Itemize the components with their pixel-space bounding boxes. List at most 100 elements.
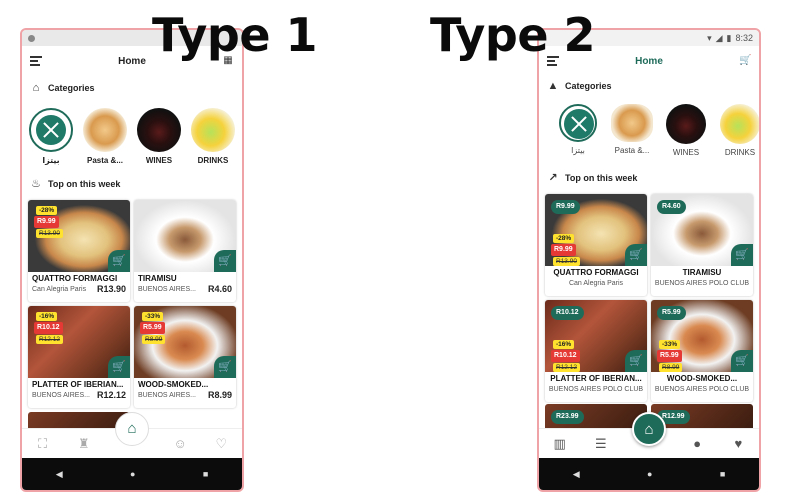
product-name: QUATTRO FORMAGGI — [32, 274, 118, 283]
product-name: PLATTER OF IBERIAN... — [32, 380, 124, 389]
heart-icon[interactable]: ♥ — [730, 436, 746, 452]
home-fab-icon[interactable]: ⌂ — [632, 412, 666, 446]
product-card[interactable]: R9.99 -28% R9.99 R13.90 🛒 QUATTRO FORMAG… — [545, 194, 647, 296]
restaurant-name: BUENOS AIRES... — [138, 392, 196, 399]
heart-icon[interactable]: ♡ — [213, 436, 229, 452]
map-icon[interactable]: ⛶ — [35, 436, 51, 452]
category-item[interactable]: Pasta &... — [82, 108, 128, 165]
drink-image — [191, 108, 235, 152]
add-to-cart-icon[interactable]: 🛒 — [214, 356, 236, 378]
discount-badge: -33% — [659, 340, 681, 349]
map-icon[interactable]: ▥ — [552, 436, 568, 452]
category-label: بيتزا — [42, 156, 60, 165]
status-time: 8:32 — [735, 33, 753, 43]
add-to-cart-icon[interactable]: 🛒 — [625, 350, 647, 372]
category-label: Pasta &... — [614, 146, 650, 155]
flame-icon: ♨ — [31, 178, 41, 190]
product-card[interactable]: -33% R5.99 R8.99 🛒 WOOD-SMOKED... BUENOS… — [134, 306, 236, 408]
product-name: TIRAMISU — [138, 274, 177, 283]
add-to-cart-icon[interactable]: 🛒 — [108, 356, 130, 378]
profile-icon[interactable]: ☺ — [172, 436, 188, 452]
home-icon[interactable]: ● — [647, 469, 652, 479]
restaurant-name: BUENOS AIRES POLO CLUB — [654, 386, 750, 393]
list-icon[interactable]: ☰ — [593, 436, 609, 452]
system-nav: ◀ ● ■ — [22, 458, 242, 490]
categories-row: بيتزا Pasta &... WINES DRINKS — [545, 104, 759, 157]
add-to-cart-icon[interactable]: 🛒 — [731, 244, 753, 266]
recents-icon[interactable]: ■ — [203, 469, 208, 479]
battery-icon: ▮ — [726, 32, 732, 43]
add-to-cart-icon[interactable]: 🛒 — [108, 250, 130, 272]
menu-icon[interactable] — [30, 56, 42, 66]
top-week-label: Top on this week — [48, 179, 121, 189]
back-icon[interactable]: ◀ — [56, 469, 63, 480]
pasta-image — [83, 108, 127, 152]
product-price: R8.99 — [207, 390, 232, 400]
phone-type2: ▾ ◢ ▮ 8:32 Home 🛒 ▲ Categories بيتزا Pas… — [537, 28, 761, 492]
category-item[interactable]: DRINKS — [717, 104, 759, 157]
top-week-header: ↗ Top on this week — [547, 172, 637, 184]
product-card[interactable]: -28% R9.99 R13.90 🛒 QUATTRO FORMAGGI Can… — [28, 200, 130, 302]
product-card[interactable]: -16% R10.12 R12.12 🛒 PLATTER OF IBERIAN.… — [28, 306, 130, 408]
restaurant-name: BUENOS AIRES... — [32, 392, 90, 399]
restaurant-icon[interactable]: ♜ — [76, 436, 92, 452]
product-grid: R9.99 -28% R9.99 R13.90 🛒 QUATTRO FORMAG… — [545, 194, 753, 402]
add-to-cart-icon[interactable]: 🛒 — [625, 244, 647, 266]
old-price-badge: R12.12 — [553, 363, 580, 372]
categories-label: Categories — [565, 81, 612, 91]
camera-dot-icon — [28, 34, 35, 42]
old-price-badge: R13.90 — [553, 257, 580, 266]
page-title: Home — [118, 55, 146, 67]
home-fab-icon[interactable]: ⌂ — [115, 412, 149, 446]
shapes-icon: ▲ — [547, 80, 559, 92]
product-name: QUATTRO FORMAGGI — [553, 268, 639, 277]
add-to-cart-icon[interactable]: 🛒 — [731, 350, 753, 372]
old-price-badge: R8.99 — [142, 335, 166, 344]
product-card[interactable]: R4.60 🛒 TIRAMISU BUENOS AIRES POLO CLUB — [651, 194, 753, 296]
category-label: WINES — [672, 148, 700, 157]
category-item[interactable]: بيتزا — [28, 108, 74, 165]
sale-price-badge: R5.99 — [657, 350, 682, 362]
add-to-cart-icon[interactable]: 🛒 — [214, 250, 236, 272]
discount-badge: -33% — [142, 312, 164, 321]
product-card[interactable]: R5.99 -33% R5.99 R8.99 🛒 WOOD-SMOKED... … — [651, 300, 753, 402]
category-label: DRINKS — [197, 156, 229, 165]
discount-badge: -16% — [36, 312, 58, 321]
type2-heading: Type 2 — [430, 8, 596, 62]
price-pill: R23.99 — [551, 410, 584, 424]
category-item[interactable]: بيتزا — [555, 104, 601, 157]
home-icon[interactable]: ● — [130, 469, 135, 479]
categories-label: Categories — [48, 83, 95, 93]
store-icon: ⌂ — [32, 82, 40, 94]
price-pill: R4.60 — [657, 200, 686, 214]
profile-icon[interactable]: ● — [689, 436, 705, 452]
discount-badge: -28% — [36, 206, 58, 215]
product-card[interactable]: 🛒 TIRAMISU BUENOS AIRES... R4.60 — [134, 200, 236, 302]
sale-price-badge: R9.99 — [551, 244, 576, 256]
old-price-badge: R8.99 — [659, 363, 683, 372]
wine-image — [666, 104, 706, 144]
restaurant-name: Can Alegria Paris — [568, 280, 624, 287]
phone-type1: Home ▦ ⌂ Categories بيتزا Pasta &... WIN… — [20, 28, 244, 492]
product-price: R4.60 — [207, 284, 232, 294]
category-label: DRINKS — [724, 148, 756, 157]
categories-row: بيتزا Pasta &... WINES DRINKS — [28, 108, 242, 165]
category-item[interactable]: WINES — [136, 108, 182, 165]
product-name: PLATTER OF IBERIAN... — [550, 374, 642, 383]
wine-image — [137, 108, 181, 152]
top-week-label: Top on this week — [565, 173, 638, 183]
category-item[interactable]: DRINKS — [190, 108, 236, 165]
cart-icon[interactable]: 🛒 — [739, 55, 751, 67]
category-item[interactable]: Pasta &... — [609, 104, 655, 157]
product-name: WOOD-SMOKED... — [138, 380, 209, 389]
sale-price-badge: R9.99 — [34, 216, 59, 228]
recents-icon[interactable]: ■ — [720, 469, 725, 479]
price-pill: R9.99 — [551, 200, 580, 214]
trending-up-icon: ↗ — [548, 172, 558, 184]
category-item[interactable]: WINES — [663, 104, 709, 157]
signal-icon: ◢ — [715, 32, 723, 43]
back-icon[interactable]: ◀ — [573, 469, 580, 480]
wifi-icon: ▾ — [707, 32, 712, 43]
product-name: WOOD-SMOKED... — [666, 374, 738, 383]
product-card[interactable]: R10.12 -16% R10.12 R12.12 🛒 PLATTER OF I… — [545, 300, 647, 402]
